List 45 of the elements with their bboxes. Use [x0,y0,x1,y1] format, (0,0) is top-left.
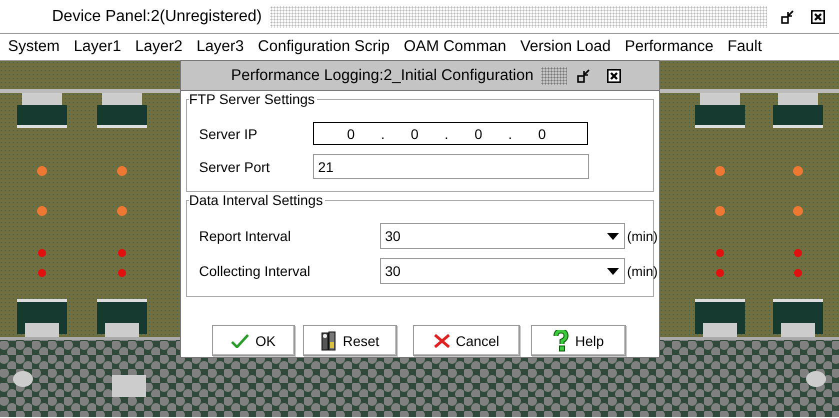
ip-separator: . [380,126,385,142]
close-icon[interactable] [811,10,825,24]
ip-address-field[interactable]: 0 . 0 . 0 . 0 [313,122,588,145]
menu-item[interactable]: Version Load [513,38,618,56]
menu-item[interactable]: Layer1 [66,38,128,56]
menu-item[interactable]: Layer3 [190,38,251,56]
field-label: Collecting Interval [199,263,312,279]
field-label: Report Interval [199,228,292,244]
group-title: Data Interval Settings [189,192,325,208]
field-label: Server Port [199,158,271,174]
ip-octet: 0 [538,126,546,142]
question-icon [553,330,570,352]
interval-dropdown[interactable]: 30 [380,223,625,249]
dialog-title: Performance Logging:2_Initial Configuration [231,66,534,84]
cross-icon [434,334,450,348]
port-field[interactable]: 21 [313,154,589,179]
dialog-button[interactable]: Cancel [413,325,520,356]
ip-octet: 0 [410,126,419,142]
ip-octet: 0 [474,126,482,142]
interval-dropdown[interactable]: 30 [380,258,625,284]
tools-icon [320,330,337,350]
menu-item[interactable]: OAM Comman [396,38,514,56]
dropdown-arrow-icon [607,232,619,240]
group-title: FTP Server Settings [189,91,317,107]
check-icon [231,334,250,348]
menu-item[interactable]: Layer2 [128,38,190,56]
window-title: Device Panel:2(Unregistered) [52,8,262,26]
dialog-button[interactable]: Reset [303,325,397,356]
ip-octet: 0 [347,126,355,142]
unit-label: (min) [627,228,658,244]
restore-icon[interactable] [577,68,592,82]
restore-icon[interactable] [781,10,795,24]
dialog-button[interactable]: Help [531,325,626,356]
menu-item[interactable]: System [1,38,67,56]
unit-label: (min) [627,264,658,278]
menu-item[interactable]: Performance [618,38,720,56]
field-label: Server IP [199,126,258,142]
ip-separator: . [508,126,512,142]
dropdown-arrow-icon [607,268,619,274]
menu-item[interactable]: Fault [720,38,769,56]
ip-separator: . [444,126,448,142]
close-icon[interactable] [607,68,622,82]
dialog-button[interactable]: OK [212,325,295,356]
title-bar-texture [541,66,568,84]
menu-item[interactable]: Configuration Scrip [250,38,397,56]
